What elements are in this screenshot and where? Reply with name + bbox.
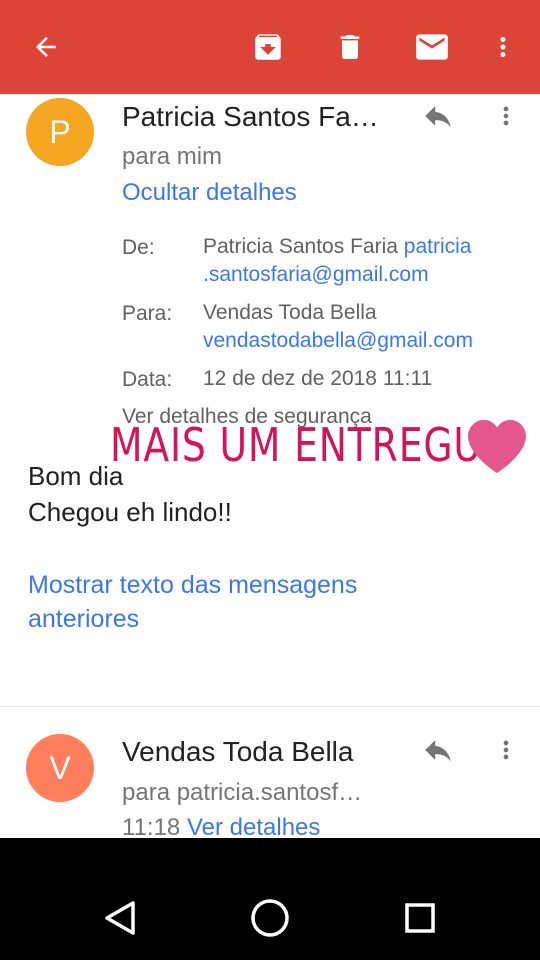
archive-icon[interactable]: [243, 22, 293, 72]
to-value: Vendas Toda Bella vendastodabella@gmail.…: [203, 299, 523, 355]
avatar-letter: V: [49, 749, 71, 786]
navigation-bar: [0, 838, 540, 960]
date-label: Data:: [122, 368, 173, 391]
avatar[interactable]: V: [26, 734, 94, 802]
more-vert-icon[interactable]: [484, 94, 528, 138]
body-line: Chegou eh lindo!!: [28, 497, 232, 527]
recents-square-icon[interactable]: [390, 888, 450, 948]
to-name: Vendas Toda Bella: [203, 301, 377, 324]
sender-name: Vendas Toda Bella: [122, 736, 354, 767]
divider: [0, 706, 540, 707]
delete-icon[interactable]: [325, 22, 375, 72]
overlay-text: MAIS UM ENTREGUE: [110, 418, 507, 472]
hide-details-link[interactable]: Ocultar detalhes: [122, 179, 297, 207]
show-previous-link[interactable]: Mostrar texto das mensagens anteriores: [28, 568, 448, 636]
heart-icon: [468, 419, 526, 474]
from-label: De:: [122, 236, 155, 259]
to-label: Para:: [122, 302, 173, 325]
recipient-summary: para patricia.santosf…: [122, 779, 363, 806]
date-value: 12 de dez de 2018 11:11: [203, 367, 433, 390]
more-vert-icon[interactable]: [484, 728, 528, 772]
back-arrow-icon[interactable]: [21, 22, 71, 72]
sender-name: Patricia Santos Fa…: [122, 101, 379, 132]
reply-icon[interactable]: [416, 728, 460, 772]
back-triangle-icon[interactable]: [90, 888, 150, 948]
from-name: Patricia Santos Faria: [203, 235, 398, 258]
view-details-link[interactable]: Ver detalhes: [187, 814, 320, 838]
more-vert-icon[interactable]: [478, 22, 528, 72]
from-value: Patricia Santos Faria patricia .santosfa…: [203, 233, 523, 289]
to-email[interactable]: vendastodabella@gmail.com: [203, 329, 473, 352]
mail-icon[interactable]: [407, 22, 457, 72]
avatar[interactable]: P: [26, 98, 94, 166]
from-email-part-2[interactable]: .santosfaria@gmail.com: [203, 263, 429, 286]
toolbar: [0, 0, 540, 94]
message-time: 11:18: [122, 814, 181, 838]
message-meta: 11:18 Ver detalhes: [122, 814, 320, 838]
from-email-part-1[interactable]: patricia: [404, 235, 472, 258]
home-circle-icon[interactable]: [240, 888, 300, 948]
reply-icon[interactable]: [416, 94, 460, 138]
recipient-summary: para mim: [122, 143, 223, 170]
avatar-letter: P: [49, 113, 71, 150]
